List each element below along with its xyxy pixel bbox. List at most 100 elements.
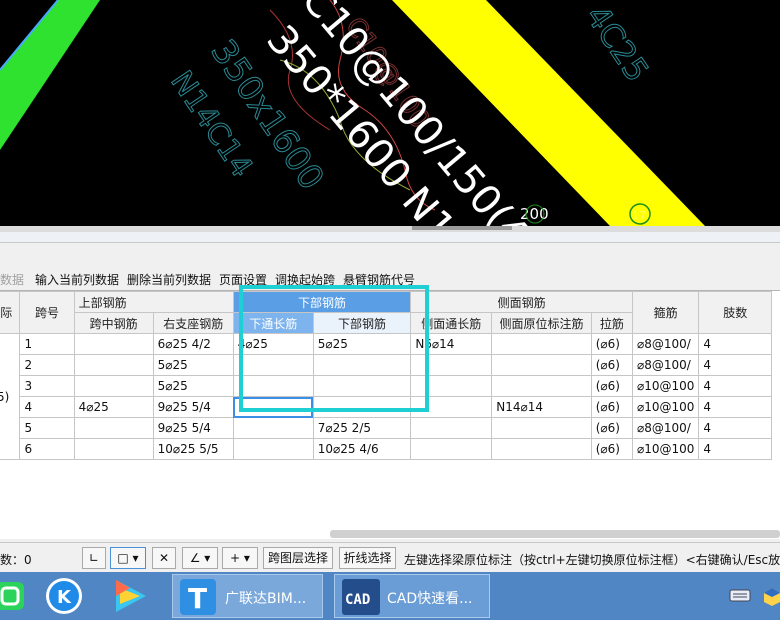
cell-bottom-continuous[interactable] [232,417,314,439]
cell-right[interactable]: 5⌀25 [152,354,234,376]
cell-stirrup[interactable]: ⌀10@100 [631,375,700,397]
cell-side-continuous[interactable]: N6⌀14 [410,333,493,355]
cell-side-original[interactable] [491,417,592,439]
cell-tie[interactable]: (⌀6) [590,375,633,397]
cad-drawing: 350x1600 N14C14 4C25 C10@100 C10@100/150… [0,0,705,226]
cross-layer-select-button[interactable]: 跨图层选择 [263,547,333,569]
cell-span[interactable]: 6 [19,438,75,460]
cell-side-original[interactable] [491,333,592,355]
cell-tie[interactable]: (⌀6) [590,333,633,355]
cell-bottom-continuous[interactable]: 4⌀25 [232,333,314,355]
table-row[interactable]: 4 4⌀25 9⌀25 5/4 N14⌀14 (⌀6) ⌀10@100 4 [0,396,772,418]
cell-bottom-bar[interactable]: 5⌀25 [312,333,412,355]
table-row[interactable]: 2 5⌀25 (⌀6) ⌀8@100/ 4 [0,354,772,376]
header-right-support: 右支座钢筋 [152,312,234,334]
menu-page-setup[interactable]: 页面设置 [219,271,267,288]
cell-tie[interactable]: (⌀6) [590,417,633,439]
cell-legs[interactable]: 4 [698,438,772,460]
splitter-grip[interactable] [412,226,512,230]
cell-bottom-bar[interactable]: 10⌀25 4/6 [312,438,412,460]
cell-stirrup[interactable]: ⌀8@100/ [631,333,700,355]
cell-side-original[interactable]: N14⌀14 [491,396,592,418]
table-row[interactable]: 5) 1 6⌀25 4/2 4⌀25 5⌀25 N6⌀14 (⌀6) ⌀8@10… [0,333,772,460]
keyboard-icon[interactable] [728,584,754,608]
cell-side-continuous[interactable] [410,375,493,397]
cell-tie[interactable]: (⌀6) [590,354,633,376]
angle-select-icon[interactable]: ∟ [82,547,106,569]
cell-bottom-bar[interactable] [312,375,412,397]
cad-viewer-icon: CAD [342,579,380,615]
cell-right[interactable]: 5⌀25 [152,375,234,397]
offset-dropdown-icon[interactable]: + ▾ [222,547,258,569]
cell-stirrup[interactable]: ⌀10@100 [631,438,700,460]
cell-stirrup[interactable]: ⌀8@100/ [631,354,700,376]
cell-span[interactable]: 5 [19,417,75,439]
menu-swap-start-span[interactable]: 调换起始跨 [275,271,335,288]
cell-side-original[interactable] [491,438,592,460]
cad-canvas[interactable]: 350x1600 N14C14 4C25 C10@100 C10@100/150… [0,0,780,226]
table-menu-bar: 数据 输入当前列数据 删除当前列数据 页面设置 调换起始跨 悬臂钢筋代号 [0,266,780,290]
cell-right[interactable]: 6⌀25 4/2 [152,333,234,355]
header-span: 跨号 [19,291,75,334]
task-cad-viewer[interactable]: CAD CAD快速看... [334,574,490,618]
cell-side-continuous[interactable] [410,417,493,439]
windows-taskbar: K T 广联达BIM... CAD CAD快速看... [0,572,780,620]
selection-count: 数：0 [0,553,32,567]
cell-span[interactable]: 1 [19,333,75,355]
cell-mid[interactable] [73,333,154,355]
cell-bottom-continuous[interactable] [232,375,314,397]
svg-text:K: K [57,587,72,608]
table-row[interactable]: 5 9⌀25 5/4 7⌀25 2/5 (⌀6) ⌀8@100/ 4 [0,417,772,439]
menu-delete-column[interactable]: 删除当前列数据 [127,271,211,288]
cell-bottom-continuous-selected[interactable] [232,396,314,418]
cell-stirrup[interactable]: ⌀8@100/ [631,417,700,439]
menu-input-column[interactable]: 输入当前列数据 [35,271,119,288]
cell-span[interactable]: 3 [19,375,75,397]
cell-mid[interactable] [73,354,154,376]
cell-side-continuous[interactable] [410,354,493,376]
panel-header [0,232,780,243]
cell-right[interactable]: 9⌀25 5/4 [152,396,234,418]
cell-side-original[interactable] [491,354,592,376]
cell-right[interactable]: 10⌀25 5/5 [152,438,234,460]
box-select-dropdown[interactable]: □ ▾ [110,547,146,569]
cell-side-continuous[interactable] [410,396,493,418]
svg-text:T: T [188,582,207,615]
cell-bottom-bar[interactable] [312,354,412,376]
cell-legs[interactable]: 4 [698,396,772,418]
cross-select-icon[interactable]: ✕ [152,547,176,569]
cell-tie[interactable]: (⌀6) [590,438,633,460]
menu-cantilever-code[interactable]: 悬臂钢筋代号 [343,271,415,288]
rebar-table-container: 际 跨号 上部钢筋 下部钢筋 侧面钢筋 箍筋 肢数 跨中钢筋 右支座钢筋 下通长… [0,290,780,539]
cell-stirrup[interactable]: ⌀10@100 [631,396,700,418]
cell-bottom-continuous[interactable] [232,438,314,460]
cell-legs[interactable]: 4 [698,375,772,397]
kugou-icon[interactable]: K [44,576,84,616]
cell-mid[interactable]: 4⌀25 [73,396,154,418]
cell-legs[interactable]: 4 [698,354,772,376]
angle-dropdown-icon[interactable]: ∠ ▾ [182,547,218,569]
polyline-select-button[interactable]: 折线选择 [339,547,396,569]
cell-mid[interactable] [73,417,154,439]
cell-bottom-continuous[interactable] [232,354,314,376]
cell-span[interactable]: 2 [19,354,75,376]
horizontal-scrollbar[interactable] [330,530,780,538]
cell-tie[interactable]: (⌀6) [590,396,633,418]
cell-mid[interactable] [73,438,154,460]
cell-side-original[interactable] [491,375,592,397]
video-player-icon[interactable] [110,576,150,616]
cell-legs[interactable]: 4 [698,333,772,355]
cell-side-continuous[interactable] [410,438,493,460]
table-row[interactable]: 6 10⌀25 5/5 10⌀25 4/6 (⌀6) ⌀10@100 4 [0,438,772,460]
table-row[interactable]: 3 5⌀25 (⌀6) ⌀10@100 4 [0,375,772,397]
tray-icon[interactable] [764,584,780,608]
cell-legs[interactable]: 4 [698,417,772,439]
cell-span[interactable]: 4 [19,396,75,418]
cell-right[interactable]: 9⌀25 5/4 [152,417,234,439]
cell-mid[interactable] [73,375,154,397]
header-col0: 际 [0,291,21,334]
task-glodon-bim[interactable]: T 广联达BIM... [172,574,323,618]
cell-bottom-bar[interactable] [312,396,412,418]
cell-bottom-bar[interactable]: 7⌀25 2/5 [312,417,412,439]
wechat-icon[interactable] [0,576,30,616]
